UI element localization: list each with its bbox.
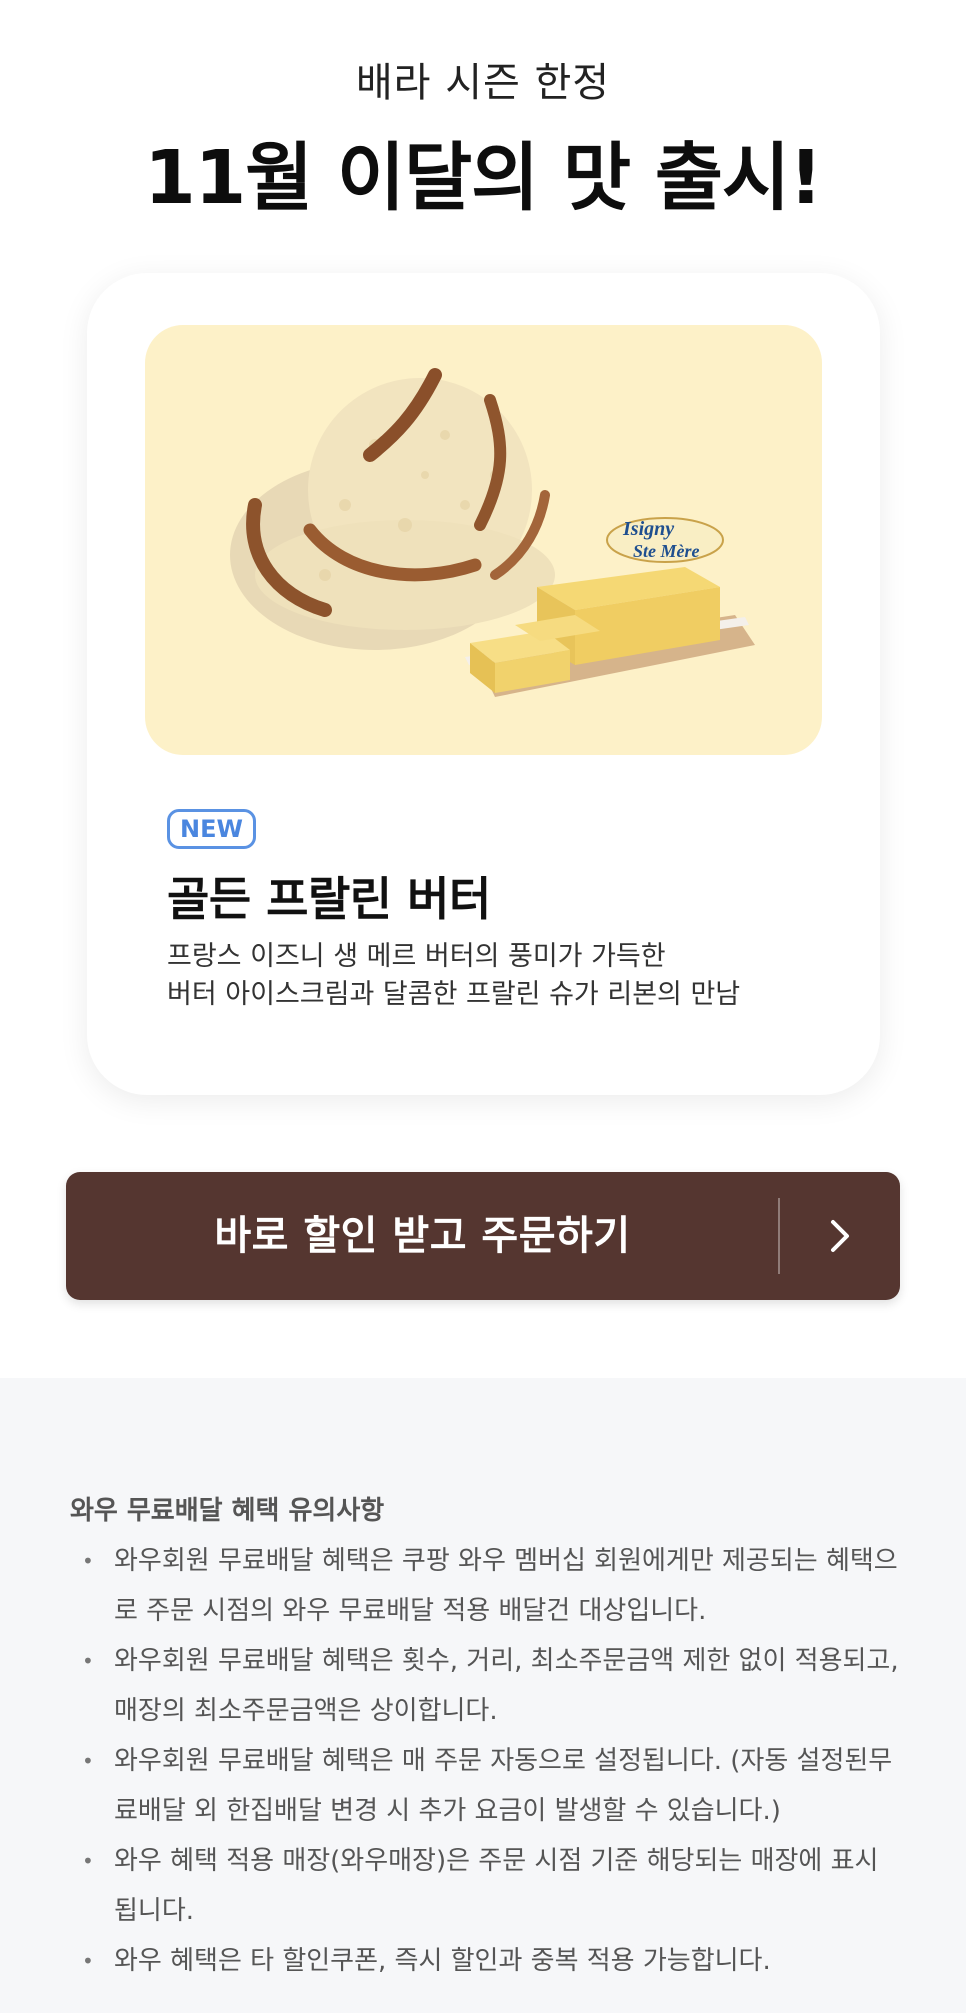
new-badge: NEW <box>167 809 256 849</box>
isigny-logo: Isigny Ste Mère <box>606 517 724 563</box>
ice-cream-illustration: Isigny Ste Mère <box>230 368 755 697</box>
notice-list: 와우회원 무료배달 혜택은 쿠팡 와우 멤버십 회원에게만 제공되는 혜택으로 … <box>82 1536 902 1986</box>
notice-item: 와우 혜택은 타 할인쿠폰, 즉시 할인과 중복 적용 가능합니다. <box>82 1936 902 1986</box>
chevron-right-icon[interactable] <box>780 1172 900 1300</box>
notice-item: 와우회원 무료배달 혜택은 쿠팡 와우 멤버십 회원에게만 제공되는 혜택으로 … <box>82 1536 902 1636</box>
product-description-line: 버터 아이스크림과 달콤한 프랄린 슈가 리본의 만남 <box>167 979 741 1010</box>
notice-item: 와우회원 무료배달 혜택은 횟수, 거리, 최소주문금액 제한 없이 적용되고,… <box>82 1636 902 1736</box>
svg-text:Ste Mère: Ste Mère <box>633 541 700 561</box>
hero-subtitle: 배라 시즌 한정 <box>355 60 611 106</box>
order-button[interactable]: 바로 할인 받고 주문하기 <box>66 1172 900 1300</box>
product-description-line: 프랑스 이즈니 생 메르 버터의 풍미가 가득한 <box>167 941 666 972</box>
notice-title: 와우 무료배달 혜택 유의사항 <box>70 1496 385 1526</box>
product-name: 골든 프랄린 버터 <box>167 872 491 926</box>
order-button-label: 바로 할인 받고 주문하기 <box>214 1213 631 1259</box>
notice-section: 와우 무료배달 혜택 유의사항 와우회원 무료배달 혜택은 쿠팡 와우 멤버십 … <box>0 1378 966 2013</box>
product-image: Isigny Ste Mère <box>145 325 822 755</box>
product-card: Isigny Ste Mère NEW 골든 프랄린 버터 프랑스 이즈니 생 … <box>87 273 880 1095</box>
hero-title: 11월 이달의 맛 출시! <box>144 135 823 221</box>
svg-text:Isigny: Isigny <box>622 518 674 540</box>
hero-section: 배라 시즌 한정 11월 이달의 맛 출시! Isigny Ste Mère N… <box>0 0 966 1378</box>
product-description: 프랑스 이즈니 생 메르 버터의 풍미가 가득한 버터 아이스크림과 달콤한 프… <box>167 938 740 1014</box>
notice-item: 와우 혜택 적용 매장(와우매장)은 주문 시점 기준 해당되는 매장에 표시됩… <box>82 1836 902 1936</box>
notice-item: 와우회원 무료배달 혜택은 매 주문 자동으로 설정됩니다. (자동 설정된무료… <box>82 1736 902 1836</box>
